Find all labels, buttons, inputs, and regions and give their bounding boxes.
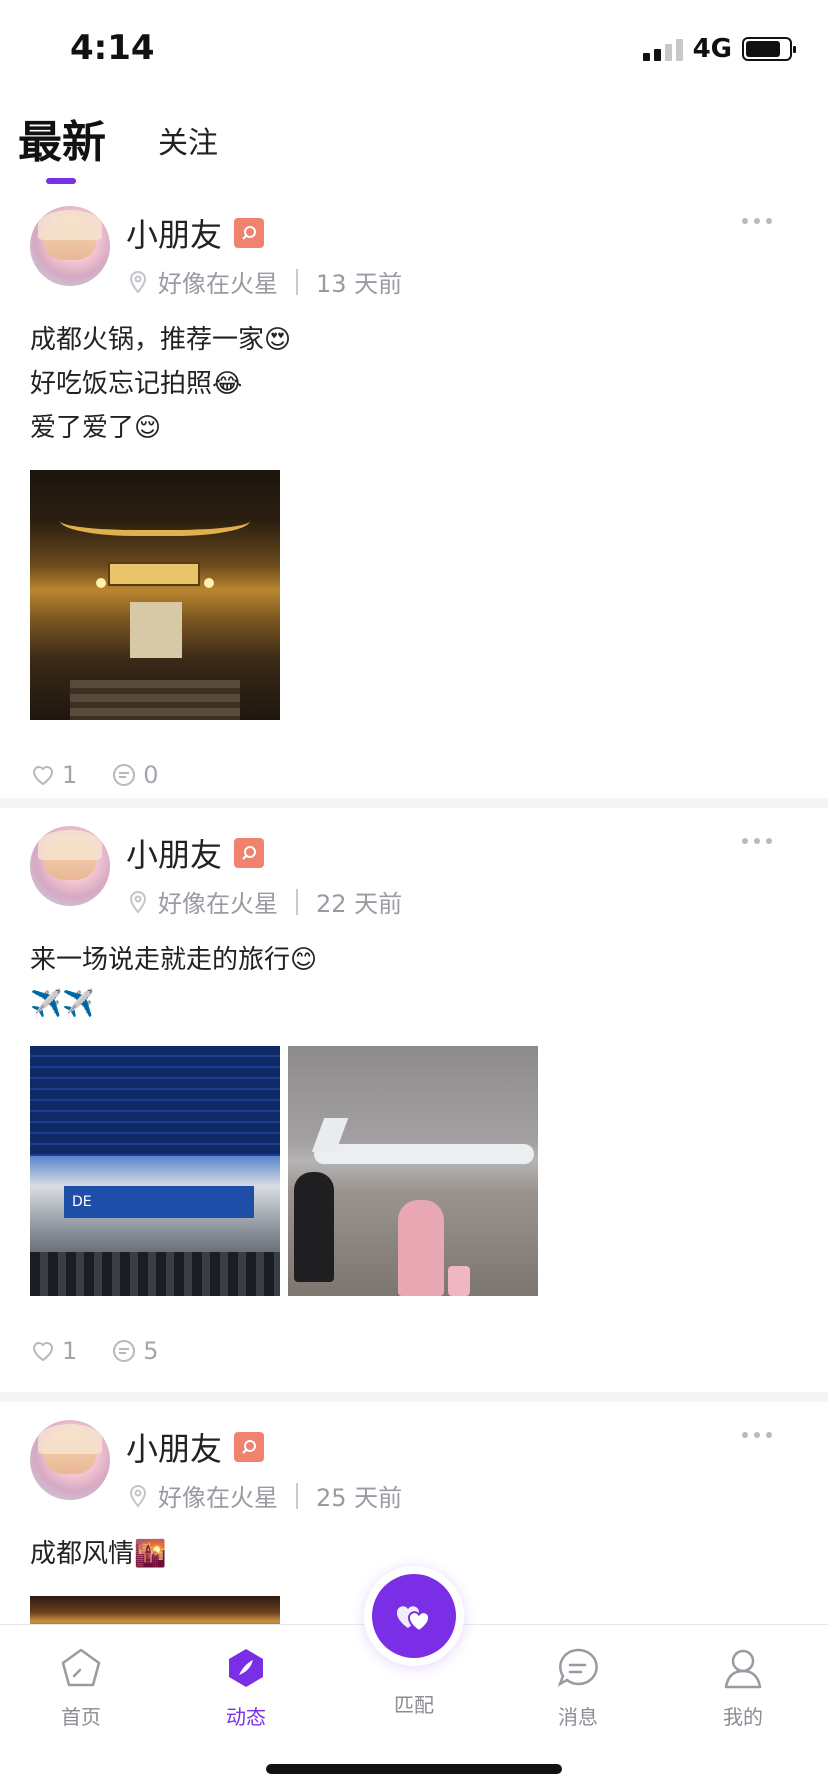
comment-button[interactable]: 5 bbox=[111, 1337, 159, 1365]
meta-divider bbox=[296, 268, 298, 295]
like-count: 1 bbox=[62, 761, 78, 789]
more-options-button[interactable] bbox=[742, 1432, 772, 1438]
comment-icon bbox=[113, 1340, 136, 1362]
tab-following[interactable]: 关注 bbox=[158, 118, 218, 170]
post-header: 小朋友 bbox=[126, 1424, 265, 1470]
status-time: 4:14 bbox=[70, 28, 155, 68]
tab-active-indicator bbox=[46, 178, 76, 184]
post-meta: 好像在火星 13 天前 bbox=[126, 264, 402, 299]
airplane-tarmac-photo[interactable] bbox=[288, 1046, 538, 1296]
feed-tabs: 最新 关注 bbox=[18, 100, 218, 184]
comment-icon bbox=[113, 764, 136, 786]
home-icon bbox=[61, 1648, 101, 1687]
temple-night-photo[interactable] bbox=[30, 470, 280, 720]
nav-profile-label: 我的 bbox=[723, 1705, 763, 1729]
nav-feed[interactable]: 动态 bbox=[191, 1645, 301, 1730]
status-bar: 4:14 4G bbox=[0, 0, 828, 100]
post-location: 好像在火星 bbox=[158, 890, 278, 918]
comment-count: 0 bbox=[143, 761, 159, 789]
tab-latest-label: 最新 bbox=[18, 117, 106, 168]
nav-feed-label: 动态 bbox=[226, 1705, 266, 1729]
nav-match[interactable]: 匹配 bbox=[359, 1689, 469, 1718]
post-actions: 1 5 bbox=[30, 1296, 798, 1406]
nav-messages[interactable]: 消息 bbox=[523, 1645, 633, 1730]
post-time: 13 天前 bbox=[316, 270, 403, 298]
match-button[interactable] bbox=[372, 1574, 456, 1658]
tab-latest[interactable]: 最新 bbox=[18, 106, 106, 184]
post-time: 22 天前 bbox=[316, 890, 403, 918]
like-count: 1 bbox=[62, 1337, 78, 1365]
meta-divider bbox=[296, 1482, 298, 1509]
post-location: 好像在火星 bbox=[158, 1484, 278, 1512]
like-button[interactable]: 1 bbox=[30, 1337, 77, 1365]
battery-icon bbox=[742, 37, 796, 61]
post-time: 25 天前 bbox=[316, 1484, 403, 1512]
feed-post[interactable]: 小朋友 好像在火星 22 天前 来一场说走就走的旅行😊 ✈️✈️ DE 1 5 bbox=[0, 808, 828, 1402]
signal-icon bbox=[642, 37, 683, 61]
post-photos bbox=[30, 470, 798, 720]
avatar[interactable] bbox=[30, 826, 110, 906]
nav-home-label: 首页 bbox=[61, 1705, 101, 1729]
status-indicators: 4G bbox=[642, 34, 796, 64]
avatar[interactable] bbox=[30, 1420, 110, 1500]
airport-security-photo[interactable]: DE bbox=[30, 1046, 280, 1296]
post-text: 来一场说走就走的旅行😊 ✈️✈️ bbox=[30, 945, 318, 1019]
nav-match-label: 匹配 bbox=[394, 1693, 434, 1717]
avatar[interactable] bbox=[30, 206, 110, 286]
message-icon bbox=[557, 1648, 598, 1687]
post-photos: DE bbox=[30, 1046, 798, 1296]
search-badge-icon bbox=[234, 838, 265, 868]
profile-icon bbox=[724, 1649, 762, 1689]
like-button[interactable]: 1 bbox=[30, 761, 77, 789]
location-pin-icon bbox=[129, 1484, 147, 1508]
search-badge-icon bbox=[234, 218, 265, 248]
nav-messages-label: 消息 bbox=[558, 1705, 598, 1729]
feed-post[interactable]: 小朋友 好像在火星 13 天前 成都火锅，推荐一家😍 好吃饭忘记拍照😂 爱了爱了… bbox=[0, 188, 828, 808]
location-pin-icon bbox=[129, 890, 147, 914]
network-type: 4G bbox=[692, 34, 732, 64]
username[interactable]: 小朋友 bbox=[126, 830, 222, 876]
post-header: 小朋友 bbox=[126, 210, 265, 256]
post-location: 好像在火星 bbox=[158, 270, 278, 298]
feed-icon bbox=[229, 1649, 263, 1687]
comment-count: 5 bbox=[143, 1337, 159, 1365]
location-pin-icon bbox=[129, 270, 147, 294]
post-text: 成都风情🌇 bbox=[30, 1539, 167, 1569]
post-meta: 好像在火星 25 天前 bbox=[126, 1478, 402, 1513]
tab-following-label: 关注 bbox=[158, 126, 218, 161]
search-badge-icon bbox=[234, 1432, 265, 1462]
nav-profile[interactable]: 我的 bbox=[688, 1645, 798, 1730]
more-options-button[interactable] bbox=[742, 838, 772, 844]
comment-button[interactable]: 0 bbox=[111, 761, 159, 789]
nav-home[interactable]: 首页 bbox=[26, 1645, 136, 1730]
match-heart-icon bbox=[396, 1606, 430, 1633]
username[interactable]: 小朋友 bbox=[126, 210, 222, 256]
home-indicator bbox=[266, 1764, 562, 1774]
heart-icon bbox=[32, 766, 54, 786]
post-meta: 好像在火星 22 天前 bbox=[126, 884, 402, 919]
heart-icon bbox=[32, 1342, 54, 1362]
username[interactable]: 小朋友 bbox=[126, 1424, 222, 1470]
post-text: 成都火锅，推荐一家😍 好吃饭忘记拍照😂 爱了爱了😌 bbox=[30, 325, 292, 443]
meta-divider bbox=[296, 888, 298, 915]
post-header: 小朋友 bbox=[126, 830, 265, 876]
feed-list: 小朋友 好像在火星 13 天前 成都火锅，推荐一家😍 好吃饭忘记拍照😂 爱了爱了… bbox=[0, 188, 828, 1792]
more-options-button[interactable] bbox=[742, 218, 772, 224]
